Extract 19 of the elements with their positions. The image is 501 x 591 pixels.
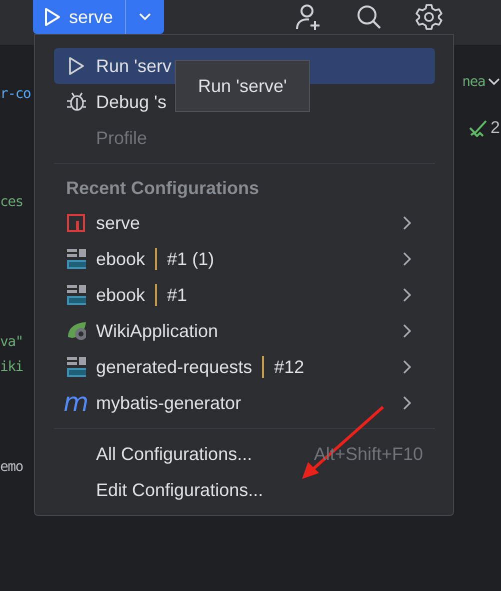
code-text: iki bbox=[0, 358, 24, 377]
tooltip: Run 'serve' bbox=[175, 60, 310, 112]
code-text: ces bbox=[0, 193, 24, 212]
configuration-suffix: #1 (1) bbox=[167, 248, 214, 270]
maven-icon: m bbox=[63, 393, 89, 413]
code-text: r-co bbox=[0, 85, 31, 104]
section-header: Recent Configurations bbox=[65, 176, 260, 200]
code-text: va" bbox=[0, 333, 24, 352]
configuration-name: WikiApplication bbox=[96, 320, 218, 342]
configuration-name: ebook bbox=[96, 284, 146, 306]
problem-count: 2 bbox=[490, 118, 500, 138]
configuration-name: generated-requests bbox=[96, 356, 252, 378]
configuration-name: ebook bbox=[96, 248, 146, 270]
configuration-suffix: #1 bbox=[167, 284, 188, 306]
configuration-name: mybatis-generator bbox=[96, 392, 242, 414]
configuration-suffix: #12 bbox=[274, 356, 304, 378]
code-text: emo bbox=[0, 458, 24, 477]
code-text: nea bbox=[462, 73, 485, 92]
configuration-name: serve bbox=[96, 212, 140, 234]
